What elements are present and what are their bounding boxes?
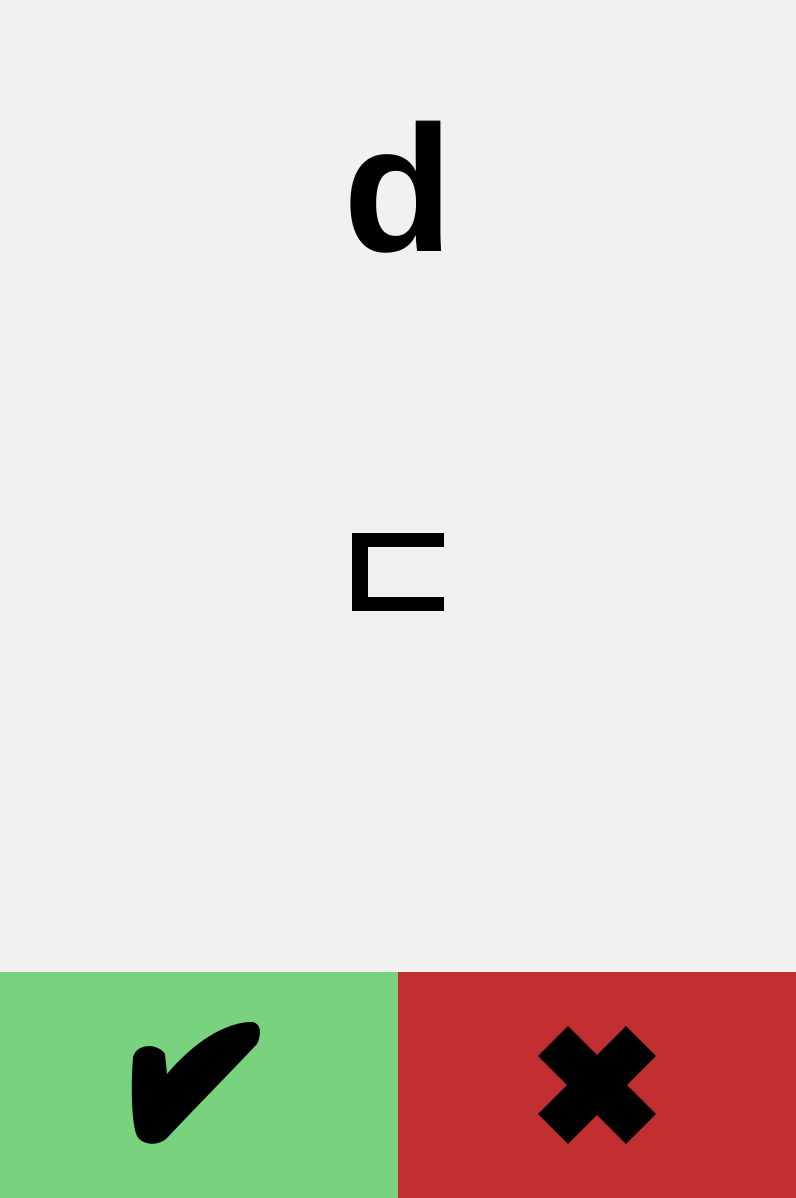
correct-button[interactable] — [0, 972, 398, 1198]
prompt-letter: d — [343, 89, 453, 290]
wrong-button[interactable] — [398, 972, 796, 1198]
korean-digeut-icon — [352, 533, 444, 611]
flashcard: d — [0, 0, 796, 972]
cross-icon — [538, 1026, 656, 1144]
checkmark-icon — [129, 1022, 269, 1148]
answer-bar — [0, 972, 796, 1198]
